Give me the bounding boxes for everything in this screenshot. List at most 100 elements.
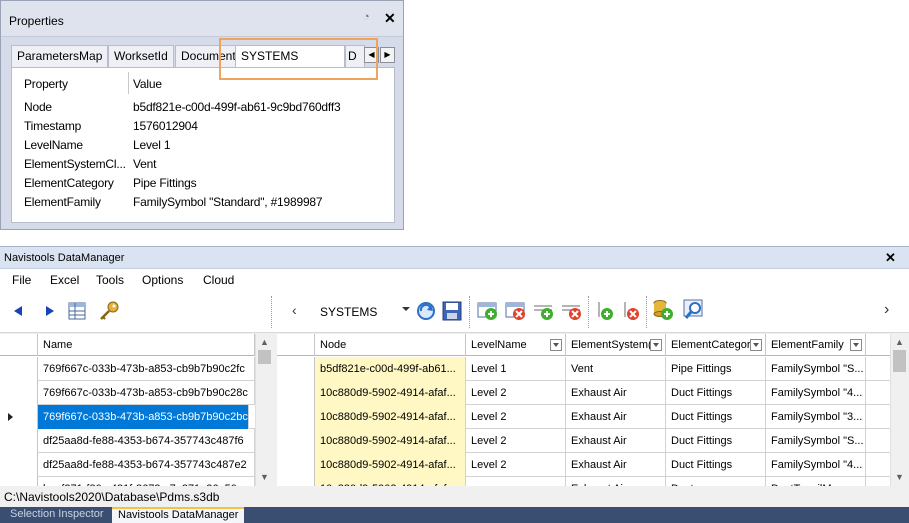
row-header[interactable]: [0, 453, 38, 477]
remove-item-icon[interactable]: [621, 301, 641, 321]
row-header[interactable]: [0, 357, 38, 381]
property-row[interactable]: LevelName Level 1: [12, 138, 392, 157]
column-header-levelname[interactable]: LevelName: [466, 334, 566, 356]
column-header-name[interactable]: Name: [38, 334, 255, 356]
highlight-box: [219, 38, 378, 80]
back-arrow-icon[interactable]: [14, 306, 22, 316]
database-path: C:\Navistools2020\Database\Pdms.s3db: [4, 490, 220, 504]
column-header-elementcategory[interactable]: ElementCategor: [666, 334, 766, 356]
table-row[interactable]: b5df821e-c00d-499f-ab61... Level 1 Vent …: [277, 357, 890, 381]
right-grid-scrollbar[interactable]: ▲ ▼: [890, 334, 907, 486]
left-grid-scrollbar[interactable]: ▲ ▼: [255, 334, 272, 486]
row-header[interactable]: [0, 405, 38, 429]
row-header[interactable]: [0, 429, 38, 453]
key-icon[interactable]: [98, 300, 120, 322]
table-row[interactable]: 10c880d9-5902-4914-afaf... Level 2 Exhau…: [277, 453, 890, 477]
table-row[interactable]: 769f667c-033b-473b-a853-cb9b7b90c2fc: [0, 357, 255, 381]
properties-panel: Properties ◔ ✕ ParametersMap WorksetId D…: [0, 0, 404, 230]
close-icon[interactable]: ✕: [885, 250, 896, 266]
tab-scroll-right-icon[interactable]: ▶: [380, 47, 395, 63]
tab-navistools-datamanager[interactable]: Navistools DataManager: [112, 507, 245, 523]
table-row[interactable]: 10c880d9-5902-4914-afaf... Level 2 Exhau…: [277, 381, 890, 405]
row-header[interactable]: [277, 405, 315, 429]
scroll-up-icon[interactable]: ▲: [260, 337, 269, 347]
add-column-icon[interactable]: [533, 301, 555, 321]
column-header-elementfamily[interactable]: ElementFamily: [766, 334, 866, 356]
row-header[interactable]: [277, 357, 315, 381]
current-row-icon: [8, 413, 13, 421]
filter-icon[interactable]: [650, 339, 662, 351]
row-header[interactable]: [277, 381, 315, 405]
scroll-thumb[interactable]: [258, 350, 271, 364]
row-header-corner: [0, 334, 38, 356]
toolbar-separator: [469, 296, 470, 328]
menu-bar: File Excel Tools Options Cloud: [0, 269, 909, 291]
table-icon[interactable]: [68, 302, 86, 320]
tab-worksetid[interactable]: WorksetId: [108, 45, 174, 67]
row-header[interactable]: [277, 429, 315, 453]
toolbar-separator: [271, 296, 272, 328]
table-row[interactable]: 10c880d9-5902-4914-afaf... Level 2 Exhau…: [277, 429, 890, 453]
datamanager-window: Navistools DataManager ✕ File Excel Tool…: [0, 246, 909, 523]
scroll-up-icon[interactable]: ▲: [895, 337, 904, 347]
properties-grid: Property Value Node b5df821e-c00d-499f-a…: [11, 67, 395, 223]
chevron-right-icon[interactable]: ›: [884, 301, 889, 319]
table-selector[interactable]: SYSTEMS: [316, 303, 412, 321]
table-row[interactable]: ba..f271-f80...481f-8672...7a271..26a50: [0, 477, 255, 486]
right-grid-header: Node LevelName ElementSystem( ElementCat…: [277, 334, 890, 356]
column-header-node[interactable]: Node: [315, 334, 466, 356]
find-icon[interactable]: [683, 299, 707, 321]
chevron-left-icon[interactable]: ‹: [292, 302, 297, 318]
row-header[interactable]: [0, 477, 38, 486]
database-add-icon[interactable]: [652, 299, 674, 321]
row-header[interactable]: [277, 453, 315, 477]
filter-icon[interactable]: [750, 339, 762, 351]
save-icon[interactable]: [442, 301, 462, 321]
datamanager-title-bar: Navistools DataManager ✕: [0, 247, 909, 269]
property-row[interactable]: ElementFamily FamilySymbol "Standard", #…: [12, 195, 392, 214]
close-icon[interactable]: ✕: [384, 10, 396, 27]
delete-row-icon[interactable]: [505, 301, 527, 321]
menu-options[interactable]: Options: [142, 273, 183, 287]
scroll-down-icon[interactable]: ▼: [260, 472, 269, 482]
right-grid: Node LevelName ElementSystem( ElementCat…: [277, 334, 907, 486]
row-header[interactable]: [277, 477, 315, 486]
pin-icon[interactable]: ◔: [363, 11, 377, 25]
toolbar-separator: [588, 296, 589, 328]
property-row[interactable]: Timestamp 1576012904: [12, 119, 392, 138]
filter-icon[interactable]: [550, 339, 562, 351]
property-row[interactable]: ElementCategory Pipe Fittings: [12, 176, 392, 195]
datamanager-title: Navistools DataManager: [4, 252, 125, 264]
refresh-icon[interactable]: [416, 301, 436, 321]
row-header[interactable]: [0, 381, 38, 405]
filter-icon[interactable]: [850, 339, 862, 351]
table-row[interactable]: df25aa8d-fe88-4353-b674-357743c487f6: [0, 429, 255, 453]
menu-excel[interactable]: Excel: [50, 273, 79, 287]
table-row[interactable]: 10c880d9-5902-4914-afaf... Level 2 Exhau…: [277, 405, 890, 429]
chevron-down-icon: [402, 307, 410, 311]
scroll-thumb[interactable]: [893, 350, 906, 372]
table-row[interactable]: df25aa8d-fe88-4353-b674-357743c487e2: [0, 453, 255, 477]
table-row[interactable]: 10c880d9-5902-4914-afaf... Exhaust Air D…: [277, 477, 890, 486]
add-row-icon[interactable]: [477, 301, 499, 321]
properties-title: Properties: [9, 14, 64, 28]
table-row[interactable]: 769f667c-033b-473b-a853-cb9b7b90c28c: [0, 381, 255, 405]
menu-file[interactable]: File: [12, 273, 31, 287]
forward-arrow-icon[interactable]: [46, 306, 54, 316]
tab-selection-inspector[interactable]: Selection Inspector: [4, 507, 110, 523]
delete-column-icon[interactable]: [561, 301, 583, 321]
table-row-selected[interactable]: 769f667c-033b-473b-a853-cb9b7b90c2bc: [0, 405, 255, 429]
menu-tools[interactable]: Tools: [96, 273, 124, 287]
property-row[interactable]: ElementSystemCl... Vent: [12, 157, 392, 176]
left-grid: Name 769f667c-033b-473b-a853-cb9b7b90c2f…: [0, 334, 272, 486]
left-grid-header: Name: [0, 334, 255, 356]
menu-cloud[interactable]: Cloud: [203, 273, 234, 287]
scroll-down-icon[interactable]: ▼: [895, 472, 904, 482]
tab-parametersmap[interactable]: ParametersMap: [11, 45, 109, 67]
status-bar: C:\Navistools2020\Database\Pdms.s3db: [0, 487, 909, 507]
add-item-icon[interactable]: [595, 301, 615, 321]
toolbar: ‹ SYSTEMS ›: [0, 291, 909, 333]
toolbar-separator: [646, 296, 647, 328]
column-header-elementsystem[interactable]: ElementSystem(: [566, 334, 666, 356]
property-row[interactable]: Node b5df821e-c00d-499f-ab61-9c9bd760dff…: [12, 100, 392, 119]
